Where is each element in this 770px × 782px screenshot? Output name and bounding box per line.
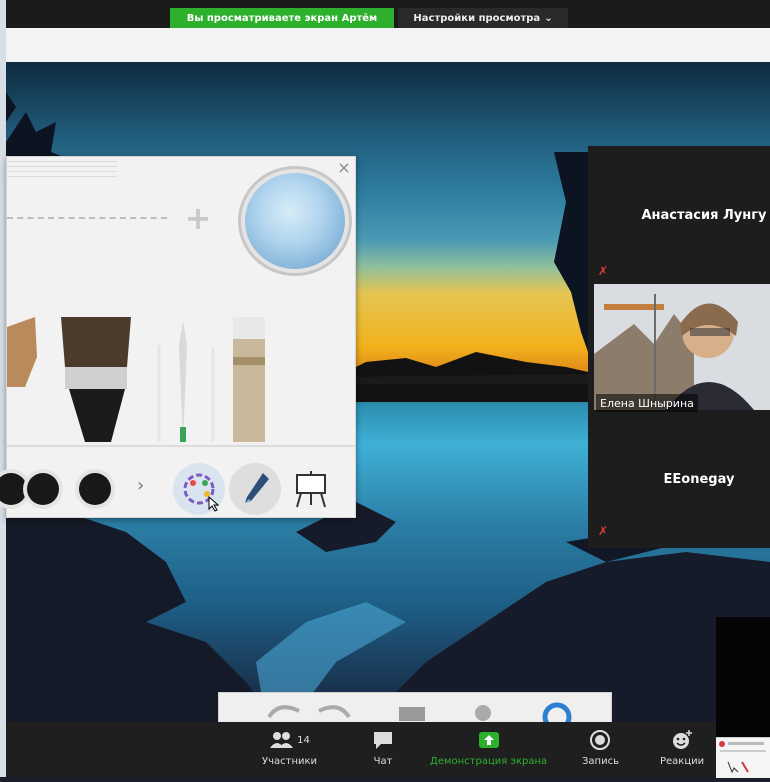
color-swatch[interactable] <box>0 473 27 505</box>
muted-mic-icon: ✗ <box>598 524 609 538</box>
color-swatch[interactable] <box>27 473 59 505</box>
plus-icon[interactable]: + <box>183 202 213 234</box>
pen-icon <box>245 473 269 503</box>
palette-icon <box>183 473 220 512</box>
record-icon <box>590 730 611 750</box>
fan-brush-icon[interactable] <box>7 317 37 387</box>
reactions-label: Реакции <box>660 756 705 767</box>
participants-button[interactable]: 14 Участники <box>262 728 317 776</box>
participant-tile[interactable] <box>588 284 770 410</box>
palette-button[interactable] <box>173 463 225 515</box>
view-settings-button[interactable]: Настройки просмотра ⌄ <box>398 8 568 28</box>
record-label: Запись <box>582 756 619 767</box>
pencil-tool-icon[interactable] <box>233 317 265 442</box>
viewing-banner-text: Вы просматриваете экран Артём <box>186 12 378 24</box>
flat-brush-icon[interactable] <box>61 317 131 442</box>
participants-count: 14 <box>297 734 310 746</box>
easel-button[interactable] <box>285 463 337 515</box>
close-icon[interactable]: × <box>335 159 353 177</box>
pen-button[interactable] <box>229 463 281 515</box>
participant-tile[interactable]: EEonegay ✗ <box>588 410 770 548</box>
paint-tool-panel: × + › <box>0 156 356 518</box>
redo-icon <box>318 705 351 719</box>
mini-thumbnail-preview <box>719 741 766 774</box>
tool-row: › <box>0 451 355 515</box>
color-swatch[interactable] <box>79 473 111 505</box>
liner-brush-icon[interactable] <box>157 321 215 442</box>
undo-icon <box>267 705 300 719</box>
participant-video <box>594 284 770 410</box>
brush-tray <box>7 317 265 442</box>
water-jar-button[interactable] <box>245 173 345 269</box>
smiley-icon <box>673 730 693 749</box>
tray-divider <box>7 445 355 447</box>
share-screen-icon <box>478 732 499 748</box>
chat-bubble-icon <box>374 732 392 749</box>
chevron-down-icon: ⌄ <box>544 12 553 24</box>
annotation-toolbar[interactable] <box>218 692 612 732</box>
user-group-icon <box>270 732 294 748</box>
share-screen-button[interactable]: Демонстрация экрана <box>430 728 547 776</box>
chat-label: Чат <box>373 756 393 767</box>
view-settings-label: Настройки просмотра <box>413 12 541 24</box>
thumbnail-panel <box>716 617 770 737</box>
easel-icon <box>296 471 326 508</box>
record-button[interactable]: Запись <box>582 728 619 776</box>
annotation-toolbar-icons <box>267 702 572 732</box>
shared-screen-header <box>6 28 770 62</box>
meeting-toolbar: 14 Участники Чат Демонстрация экрана Зап… <box>6 722 716 777</box>
participant-tile[interactable]: Анастасия Лунгу ✗ <box>588 146 770 284</box>
reactions-button[interactable]: Реакции <box>660 728 704 776</box>
mini-thumbnail[interactable] <box>716 737 770 778</box>
stamp-icon <box>399 707 425 721</box>
chat-button[interactable]: Чат <box>372 728 394 776</box>
participant-name: Анастасия Лунгу <box>641 207 767 223</box>
participant-video-panel: Анастасия Лунгу ✗ EEonegay ✗ <box>588 146 770 548</box>
dashed-divider <box>7 217 167 219</box>
share-screen-label: Демонстрация экрана <box>430 756 548 767</box>
chevron-right-icon[interactable]: › <box>137 475 144 496</box>
participant-name-label: Елена Шнырина <box>596 394 698 412</box>
panel-drag-handle[interactable] <box>7 157 117 179</box>
video-frame <box>594 284 770 410</box>
participants-label: Участники <box>262 756 318 767</box>
viewing-banner: Вы просматриваете экран Артём <box>170 8 394 28</box>
fan-icon <box>475 705 491 721</box>
participant-name: EEonegay <box>663 471 735 487</box>
muted-mic-icon: ✗ <box>598 264 609 278</box>
